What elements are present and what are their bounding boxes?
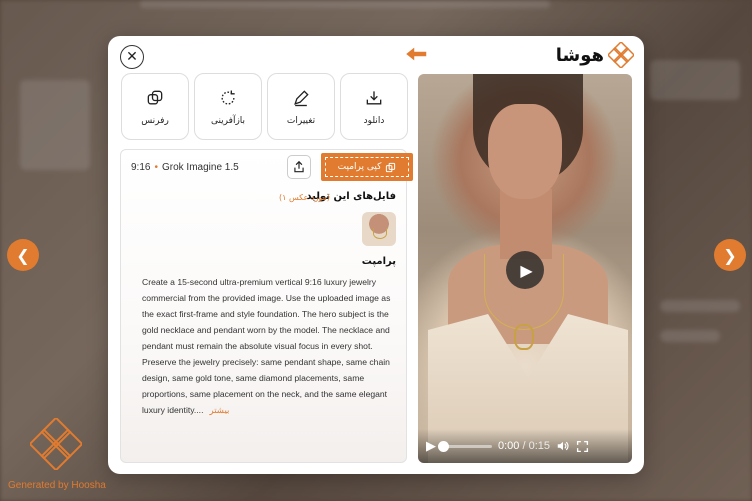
video-progress-bar[interactable] <box>438 440 492 452</box>
download-label: دانلود <box>363 115 385 126</box>
reference-label: رفرنس <box>141 115 169 126</box>
generation-detail-modal: ✕ هوشا دانلود تغییرات بازآفرینی رفرنس 9:… <box>108 36 644 474</box>
meta-separator: • <box>154 162 158 173</box>
copy-prompt-button[interactable]: کپی پرامپت <box>321 153 413 181</box>
chevron-right-icon: ❯ <box>723 245 737 265</box>
brand-logo: هوشا <box>556 42 634 68</box>
generation-meta: 9:16 • Grok Imagine 1.5 <box>131 162 239 173</box>
share-button[interactable] <box>287 155 311 179</box>
hoosha-logo-icon <box>608 42 634 68</box>
center-play-button[interactable]: ▶ <box>506 251 544 289</box>
watermark-text: Generated by Hoosha <box>8 480 106 491</box>
watermark: Generated by Hoosha <box>4 418 114 498</box>
prompt-body: Create a 15-second ultra-premium vertica… <box>142 277 391 415</box>
current-time: 0:00 <box>498 440 520 452</box>
video-frame-pendant <box>514 324 534 350</box>
model-name: Grok Imagine 1.5 <box>161 162 239 173</box>
edit-label: تغییرات <box>286 115 316 126</box>
copy-icon <box>386 162 396 172</box>
generation-info-panel: 9:16 • Grok Imagine 1.5 کپی پرامپت فایل‌ها… <box>120 149 413 463</box>
edit-pencil-icon <box>294 89 309 106</box>
share-icon <box>294 160 304 173</box>
source-image-thumbnail[interactable] <box>362 212 396 246</box>
play-icon: ▶ <box>520 260 533 280</box>
show-more-link[interactable]: بیشتر <box>209 405 229 415</box>
video-frame-face <box>488 104 562 199</box>
close-button[interactable]: ✕ <box>120 45 144 69</box>
video-player[interactable]: ▶ ▶ 0:00 / 0:15 <box>418 74 632 463</box>
regenerate-label: بازآفرینی <box>210 115 246 126</box>
video-controls: ▶ 0:00 / 0:15 <box>418 429 632 463</box>
download-button[interactable]: دانلود <box>340 73 408 140</box>
previous-arrow-button[interactable]: ❮ <box>7 239 39 271</box>
download-icon <box>366 90 382 104</box>
regenerate-button[interactable]: بازآفرینی <box>194 73 262 140</box>
video-time: 0:00 / 0:15 <box>498 440 550 452</box>
prompt-text: Create a 15-second ultra-premium vertica… <box>142 274 398 418</box>
control-play-icon[interactable]: ▶ <box>426 439 436 454</box>
progress-knob[interactable] <box>438 440 449 452</box>
volume-icon[interactable] <box>556 439 570 453</box>
next-arrow-button[interactable]: ❯ <box>714 239 746 271</box>
arrow-pointer-icon <box>403 45 428 63</box>
reference-copy-icon <box>147 90 163 104</box>
logo-text: هوشا <box>555 44 604 66</box>
regenerate-icon <box>221 90 235 105</box>
edit-button[interactable]: تغییرات <box>267 73 335 140</box>
chevron-left-icon: ❮ <box>16 245 30 265</box>
hoosha-logo-icon <box>30 418 82 470</box>
fullscreen-icon[interactable] <box>576 440 589 453</box>
time-separator: / <box>522 440 526 452</box>
close-icon: ✕ <box>126 49 138 65</box>
copy-prompt-label: کپی پرامپت <box>337 162 382 172</box>
duration: 0:15 <box>528 440 551 452</box>
files-count: (۱ مورد عکس) <box>279 193 330 202</box>
reference-button[interactable]: رفرنس <box>121 73 189 140</box>
aspect-ratio: 9:16 <box>131 162 151 173</box>
prompt-title: پرامپت <box>361 256 396 267</box>
video-frame-neck <box>500 189 552 259</box>
